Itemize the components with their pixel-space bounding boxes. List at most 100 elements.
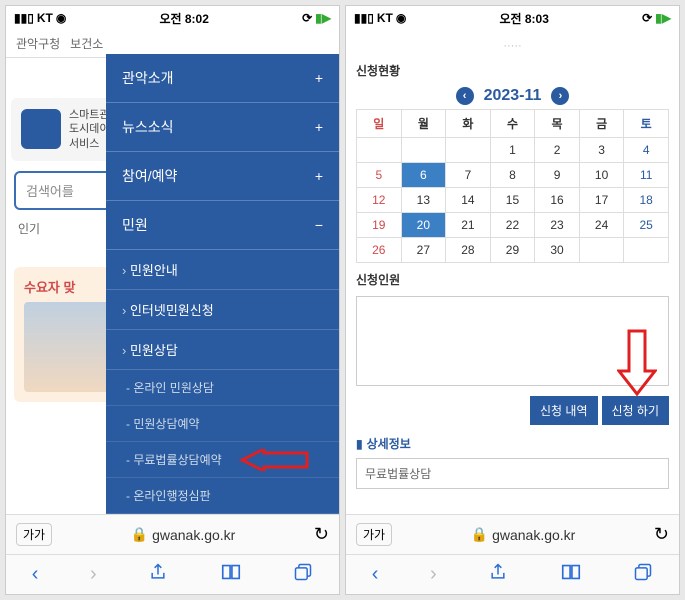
tab-gwanak[interactable]: 관악구청 bbox=[16, 35, 60, 52]
share-icon[interactable] bbox=[488, 562, 508, 588]
nav-sub2-1[interactable]: - 민원상담예약 bbox=[106, 406, 339, 442]
cal-cell[interactable]: 20 bbox=[401, 213, 446, 238]
cal-cell bbox=[446, 138, 491, 163]
nav-main-3[interactable]: 민원− bbox=[106, 201, 339, 250]
cal-cell[interactable]: 13 bbox=[401, 188, 446, 213]
red-arrow-down-icon bbox=[617, 326, 657, 396]
cal-cell bbox=[624, 238, 669, 263]
cal-dow: 금 bbox=[579, 110, 624, 138]
cal-cell[interactable]: 23 bbox=[535, 213, 580, 238]
cal-cell[interactable]: 22 bbox=[490, 213, 535, 238]
phone-left: ▮▮▯ KT ◉ 오전 8:02 ⟳ ▮▶ 관악구청 보건소 스마트관 도시데이… bbox=[5, 5, 340, 595]
carrier-label: KT bbox=[377, 11, 393, 25]
banner-line2: 도시데이 bbox=[69, 122, 109, 136]
battery-icon: ▮▶ bbox=[655, 11, 671, 25]
clock-label: 오전 8:03 bbox=[499, 10, 548, 27]
banner-line1: 스마트관 bbox=[69, 108, 109, 122]
cal-cell[interactable]: 14 bbox=[446, 188, 491, 213]
apply-button[interactable]: 신청 하기 bbox=[602, 396, 670, 425]
bookmarks-icon[interactable] bbox=[220, 562, 242, 588]
cal-cell[interactable]: 8 bbox=[490, 163, 535, 188]
cal-cell[interactable]: 25 bbox=[624, 213, 669, 238]
cal-next-button[interactable]: › bbox=[551, 87, 569, 105]
promo-image bbox=[24, 302, 114, 392]
status-bar: ▮▮▯ KT ◉ 오전 8:03 ⟳ ▮▶ bbox=[346, 6, 679, 30]
cal-cell[interactable]: 29 bbox=[490, 238, 535, 263]
nav-main-0[interactable]: 관악소개+ bbox=[106, 54, 339, 103]
cal-cell bbox=[401, 138, 446, 163]
carrier-label: KT bbox=[37, 11, 53, 25]
breadcrumb-faint: ····· bbox=[356, 38, 669, 54]
cal-cell[interactable]: 12 bbox=[357, 188, 402, 213]
nav-main-2[interactable]: 참여/예약+ bbox=[106, 152, 339, 201]
nav-sub2-3[interactable]: - 온라인행정심판 bbox=[106, 478, 339, 514]
cal-cell[interactable]: 30 bbox=[535, 238, 580, 263]
share-icon[interactable] bbox=[148, 562, 168, 588]
nav-sub2-2[interactable]: - 무료법률상담예약 bbox=[106, 442, 339, 478]
back-icon[interactable]: ‹ bbox=[372, 563, 379, 586]
cal-cell[interactable]: 17 bbox=[579, 188, 624, 213]
cal-cell[interactable]: 7 bbox=[446, 163, 491, 188]
text-size-button[interactable]: 가가 bbox=[16, 523, 52, 546]
detail-bullet-icon: ▮ bbox=[356, 437, 363, 451]
signal-icon: ▮▮▯ bbox=[14, 11, 34, 25]
calendar-table: 일월화수목금토 12345678910111213141516171819202… bbox=[356, 109, 669, 263]
cal-cell[interactable]: 15 bbox=[490, 188, 535, 213]
detail-header: ▮ 상세정보 bbox=[356, 435, 669, 452]
cal-month-label: 2023-11 bbox=[484, 87, 542, 105]
cal-cell[interactable]: 11 bbox=[624, 163, 669, 188]
nav-sub2-0[interactable]: - 온라인 민원상담 bbox=[106, 370, 339, 406]
tabs-icon[interactable] bbox=[293, 562, 313, 588]
nav-main-1[interactable]: 뉴스소식+ bbox=[106, 103, 339, 152]
browser-toolbar: ‹ › bbox=[346, 554, 679, 594]
cal-cell[interactable]: 1 bbox=[490, 138, 535, 163]
banner-line3: 서비스 bbox=[69, 137, 109, 151]
cal-cell[interactable]: 6 bbox=[401, 163, 446, 188]
bookmarks-icon[interactable] bbox=[560, 562, 582, 588]
cal-cell[interactable]: 10 bbox=[579, 163, 624, 188]
cal-prev-button[interactable]: ‹ bbox=[456, 87, 474, 105]
cal-dow: 목 bbox=[535, 110, 580, 138]
detail-value-box: 무료법률상담 bbox=[356, 458, 669, 489]
forward-icon: › bbox=[430, 563, 437, 586]
phone-right: ▮▮▯ KT ◉ 오전 8:03 ⟳ ▮▶ ····· 신청현황 ‹ 2023-… bbox=[345, 5, 680, 595]
text-size-button[interactable]: 가가 bbox=[356, 523, 392, 546]
cal-cell[interactable]: 19 bbox=[357, 213, 402, 238]
wifi-icon: ◉ bbox=[56, 11, 66, 25]
rotate-icon: ⟳ bbox=[642, 11, 652, 25]
nav-sub1-0[interactable]: › 민원안내 bbox=[106, 250, 339, 290]
tab-health[interactable]: 보건소 bbox=[70, 35, 103, 52]
section-people-title: 신청인원 bbox=[356, 271, 669, 288]
address-text[interactable]: 🔒 gwanak.go.kr bbox=[402, 526, 644, 543]
cal-cell[interactable]: 9 bbox=[535, 163, 580, 188]
nav-sub1-2[interactable]: › 민원상담 bbox=[106, 330, 339, 370]
cal-dow: 월 bbox=[401, 110, 446, 138]
cal-cell[interactable]: 2 bbox=[535, 138, 580, 163]
red-arrow-left-icon bbox=[239, 449, 309, 471]
cal-cell[interactable]: 27 bbox=[401, 238, 446, 263]
cal-cell bbox=[579, 238, 624, 263]
address-text[interactable]: 🔒 gwanak.go.kr bbox=[62, 526, 304, 543]
cal-cell[interactable]: 5 bbox=[357, 163, 402, 188]
history-button[interactable]: 신청 내역 bbox=[530, 396, 598, 425]
forward-icon: › bbox=[90, 563, 97, 586]
reload-icon[interactable]: ↻ bbox=[314, 524, 329, 545]
wifi-icon: ◉ bbox=[396, 11, 406, 25]
browser-address-bar: 가가 🔒 gwanak.go.kr ↻ bbox=[6, 514, 339, 554]
cal-cell[interactable]: 24 bbox=[579, 213, 624, 238]
cal-cell bbox=[357, 138, 402, 163]
reload-icon[interactable]: ↻ bbox=[654, 524, 669, 545]
cal-cell[interactable]: 16 bbox=[535, 188, 580, 213]
cal-cell[interactable]: 18 bbox=[624, 188, 669, 213]
cal-dow: 수 bbox=[490, 110, 535, 138]
tabs-icon[interactable] bbox=[633, 562, 653, 588]
cal-cell[interactable]: 4 bbox=[624, 138, 669, 163]
cal-dow: 화 bbox=[446, 110, 491, 138]
back-icon[interactable]: ‹ bbox=[32, 563, 39, 586]
cal-cell[interactable]: 21 bbox=[446, 213, 491, 238]
cal-cell[interactable]: 26 bbox=[357, 238, 402, 263]
cal-cell[interactable]: 28 bbox=[446, 238, 491, 263]
nav-sub1-1[interactable]: › 인터넷민원신청 bbox=[106, 290, 339, 330]
cal-cell[interactable]: 3 bbox=[579, 138, 624, 163]
lock-icon: 🔒 bbox=[131, 526, 148, 543]
